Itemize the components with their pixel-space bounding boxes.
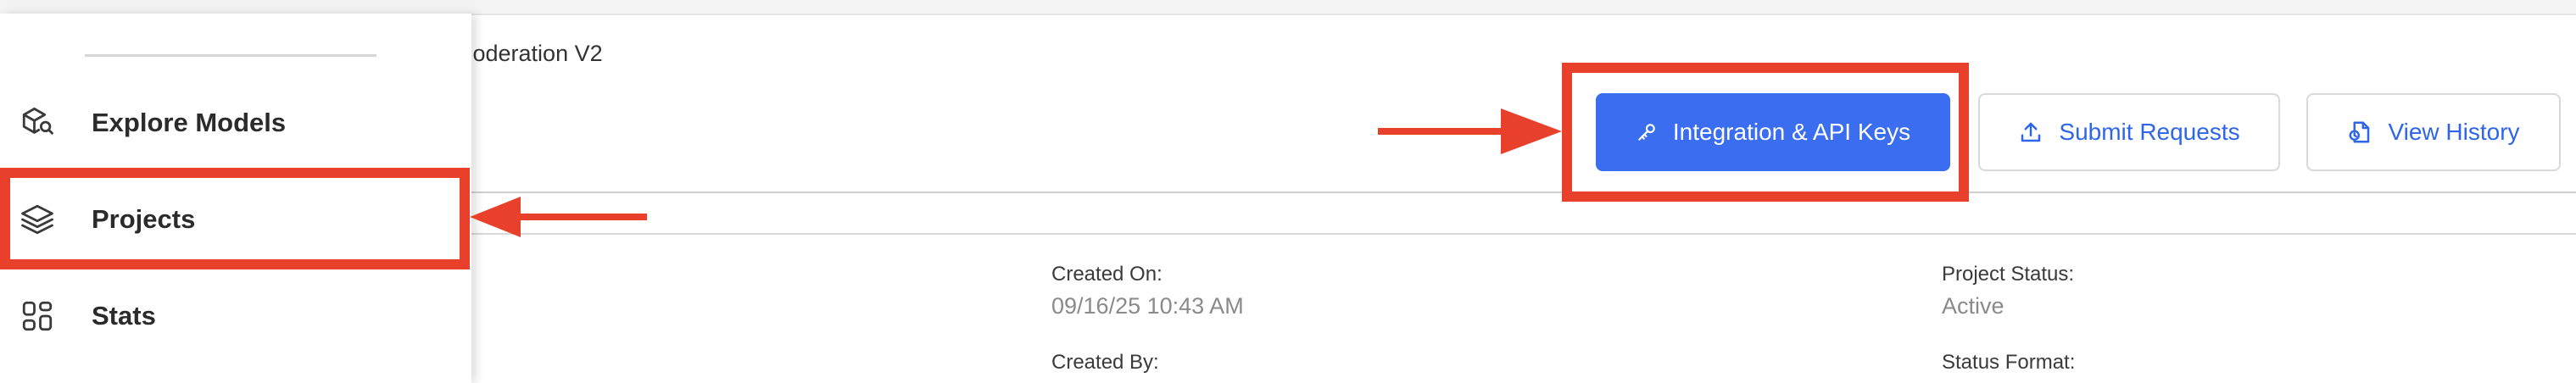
- projects-highlight-box: [0, 168, 470, 269]
- arrow-to-integration: [1378, 108, 1562, 154]
- stats-icon: [19, 297, 56, 335]
- arrow-to-projects: [470, 197, 647, 237]
- project-status-value: Active: [1942, 293, 2004, 319]
- sidebar-item-explore-models[interactable]: Explore Models: [0, 85, 471, 161]
- sidebar-item-stats[interactable]: Stats: [0, 278, 471, 354]
- submit-requests-button[interactable]: Submit Requests: [1978, 93, 2280, 171]
- status-format-label: Status Format:: [1942, 351, 2076, 374]
- integration-highlight-box: [1562, 63, 1969, 202]
- history-icon: [2349, 121, 2370, 143]
- created-on-value: 09/16/25 10:43 AM: [1051, 293, 1244, 319]
- sidebar-item-label: Explore Models: [92, 108, 287, 137]
- divider-bottom: [471, 233, 2576, 235]
- sidebar-divider: [85, 54, 376, 57]
- created-by-label: Created By:: [1051, 351, 1159, 374]
- sidebar-item-label: Stats: [92, 301, 156, 330]
- cube-search-icon: [19, 104, 56, 142]
- created-on-label: Created On:: [1051, 263, 1163, 286]
- upload-icon: [2021, 122, 2041, 142]
- divider-top: [471, 192, 2576, 193]
- submit-requests-label: Submit Requests: [2059, 119, 2240, 145]
- view-history-label: View History: [2388, 119, 2520, 145]
- view-history-button[interactable]: View History: [2306, 93, 2561, 171]
- project-status-label: Project Status:: [1942, 263, 2075, 286]
